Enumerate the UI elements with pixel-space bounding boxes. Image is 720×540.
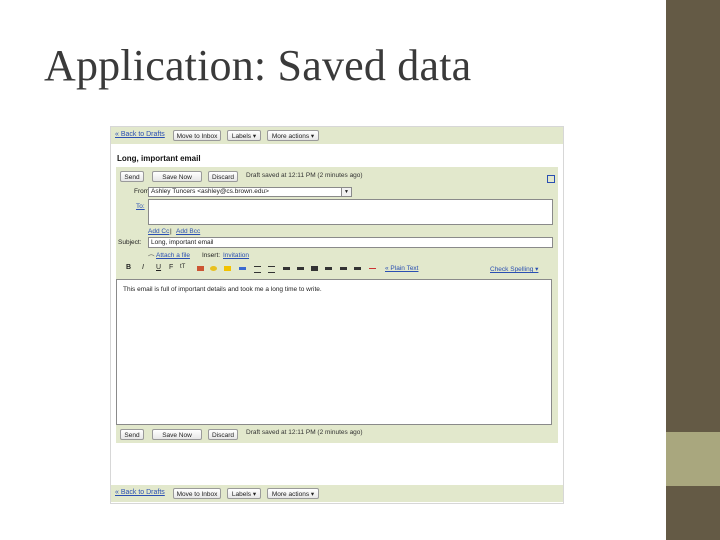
- move-to-inbox-button[interactable]: Move to Inbox: [173, 130, 221, 141]
- highlight-icon[interactable]: [210, 266, 217, 271]
- top-action-bar: « Back to Drafts Move to Inbox Labels ▾ …: [111, 127, 563, 144]
- indent-more-icon[interactable]: [297, 267, 304, 270]
- decorative-sidebar-accent: [666, 432, 720, 486]
- plain-text-link[interactable]: « Plain Text: [385, 265, 418, 272]
- bold-button[interactable]: B: [126, 264, 131, 271]
- paperclip-icon: ⌒: [148, 255, 155, 262]
- slide-title: Application: Saved data: [44, 41, 472, 90]
- message-body[interactable]: This email is full of important details …: [116, 279, 552, 425]
- bottom-draft-saved-status: Draft saved at 12:11 PM (2 minutes ago): [246, 429, 363, 436]
- bottom-more-actions-dropdown[interactable]: More actions ▾: [267, 488, 319, 499]
- bottom-back-to-drafts-link[interactable]: « Back to Drafts: [115, 489, 165, 496]
- back-to-drafts-link[interactable]: « Back to Drafts: [115, 131, 165, 138]
- from-value: Ashley Tuncers <ashley@cs.brown.edu>: [151, 188, 269, 195]
- align-center-icon[interactable]: [340, 267, 347, 270]
- numbered-list-icon[interactable]: [254, 266, 261, 273]
- subject-input[interactable]: Long, important email: [148, 237, 553, 248]
- email-subject-heading: Long, important email: [117, 154, 201, 163]
- smiley-icon[interactable]: [224, 266, 231, 271]
- chevron-down-icon: ▼: [341, 188, 351, 196]
- compose-bottom-bar: Send Save Now Discard Draft saved at 12:…: [116, 425, 558, 443]
- bottom-action-bar: « Back to Drafts Move to Inbox Labels ▾ …: [111, 485, 563, 502]
- bottom-send-button[interactable]: Send: [120, 429, 144, 440]
- add-cc-link[interactable]: Add Cc: [148, 228, 169, 235]
- more-actions-dropdown[interactable]: More actions ▾: [267, 130, 319, 141]
- indent-less-icon[interactable]: [283, 267, 290, 270]
- remove-formatting-icon[interactable]: [369, 268, 376, 269]
- expand-window-icon[interactable]: [547, 175, 555, 183]
- link-icon[interactable]: [239, 267, 246, 270]
- cc-separator: |: [170, 228, 172, 235]
- text-color-icon[interactable]: [197, 266, 204, 271]
- insert-label: Insert:: [202, 252, 221, 259]
- invitation-link[interactable]: Invitation: [223, 252, 249, 259]
- bottom-discard-button[interactable]: Discard: [208, 429, 238, 440]
- quote-icon[interactable]: [311, 266, 318, 271]
- message-body-text: This email is full of important details …: [123, 286, 322, 293]
- send-button[interactable]: Send: [120, 171, 144, 182]
- to-field[interactable]: [148, 199, 553, 225]
- draft-saved-status: Draft saved at 12:11 PM (2 minutes ago): [246, 172, 363, 179]
- bulleted-list-icon[interactable]: [268, 266, 275, 273]
- check-spelling-link[interactable]: Check Spelling ▾: [490, 265, 538, 273]
- labels-dropdown[interactable]: Labels ▾: [227, 130, 261, 141]
- italic-button[interactable]: I: [142, 264, 144, 271]
- underline-button[interactable]: U: [156, 264, 161, 271]
- align-right-icon[interactable]: [354, 267, 361, 270]
- bottom-move-to-inbox-button[interactable]: Move to Inbox: [173, 488, 221, 499]
- discard-button[interactable]: Discard: [208, 171, 238, 182]
- bottom-labels-dropdown[interactable]: Labels ▾: [227, 488, 261, 499]
- gmail-screenshot: « Back to Drafts Move to Inbox Labels ▾ …: [110, 126, 564, 504]
- font-button[interactable]: F: [169, 264, 173, 271]
- font-size-button[interactable]: tT: [180, 264, 185, 270]
- bottom-save-now-button[interactable]: Save Now: [152, 429, 202, 440]
- align-left-icon[interactable]: [325, 267, 332, 270]
- from-select[interactable]: Ashley Tuncers <ashley@cs.brown.edu> ▼: [148, 187, 352, 197]
- to-label[interactable]: To:: [136, 203, 145, 210]
- subject-label: Subject:: [118, 239, 142, 246]
- add-bcc-link[interactable]: Add Bcc: [176, 228, 200, 235]
- attach-file-link[interactable]: Attach a file: [156, 252, 190, 259]
- save-now-button[interactable]: Save Now: [152, 171, 202, 182]
